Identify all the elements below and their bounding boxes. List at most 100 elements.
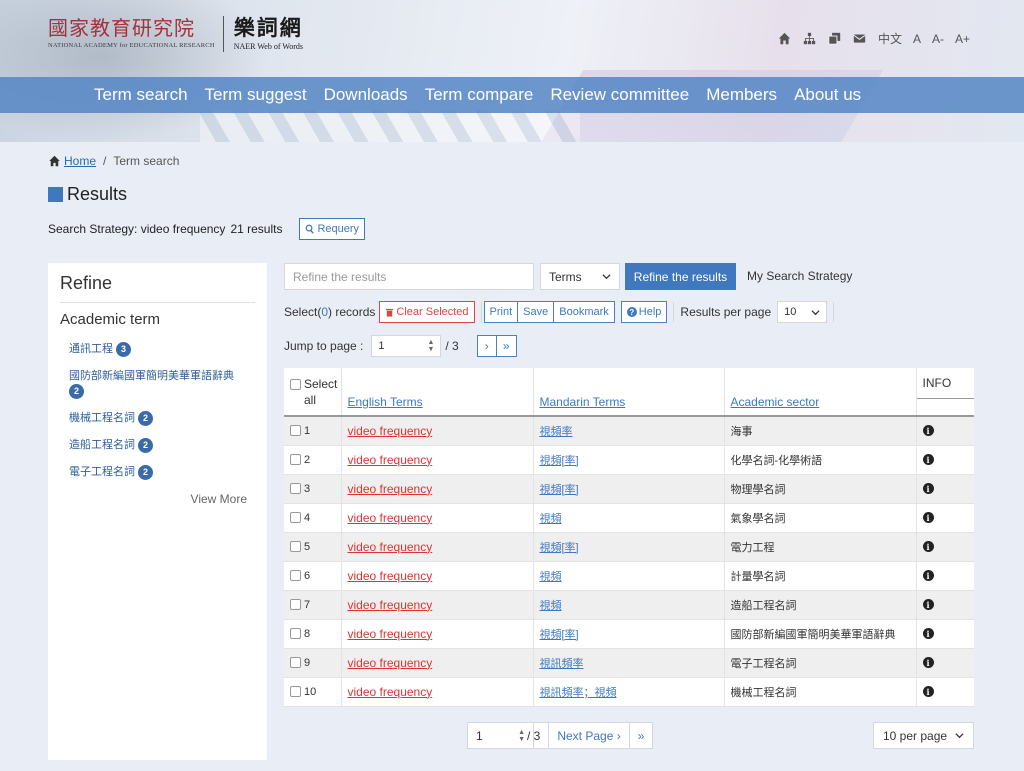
mandarin-term-link[interactable]: 視頻[率] [540,455,579,467]
row-checkbox[interactable] [290,686,301,698]
bottom-per-page-select[interactable]: 10 per page [873,722,974,749]
page-number-input[interactable]: 1 ▲ ▼ [371,335,442,357]
row-checkbox[interactable] [290,454,301,466]
mandarin-term-link[interactable]: 視頻[率] [540,484,579,496]
home-icon[interactable] [778,32,792,46]
row-checkbox[interactable] [290,483,301,495]
bookmark-button[interactable]: Bookmark [554,302,614,322]
nav-members[interactable]: Members [706,85,777,105]
mandarin-term-link[interactable]: 視頻 [540,571,562,583]
facet-item[interactable]: 造船工程名詞 2 [69,438,255,453]
mandarin-term-link[interactable]: 視頻 [540,600,562,612]
info-icon[interactable]: i [922,657,934,668]
row-checkbox[interactable] [290,541,301,553]
site-logo[interactable]: 國家教育研究院 NATIONAL ACADEMY for EDUCATIONAL… [48,16,303,52]
sitemap-icon[interactable] [803,32,817,46]
info-icon[interactable]: i [922,570,934,581]
language-switch[interactable]: 中文 [878,30,902,47]
academic-sector-header[interactable]: Academic sector [724,368,917,417]
english-term-link[interactable]: video frequency [348,569,433,583]
row-checkbox[interactable] [290,657,301,669]
facet-count-badge: 3 [116,342,131,357]
facet-item[interactable]: 機械工程名詞 2 [69,411,255,426]
mandarin-term-link[interactable]: 視頻[率] [540,542,579,554]
view-more-link[interactable]: View More [60,492,247,506]
english-terms-sort[interactable]: English Terms [348,395,423,409]
mandarin-terms-sort[interactable]: Mandarin Terms [540,395,626,409]
english-terms-header[interactable]: English Terms [341,368,534,417]
english-term-link[interactable]: video frequency [348,453,433,467]
mandarin-terms-header[interactable]: Mandarin Terms [533,368,725,417]
facet-item[interactable]: 電子工程名詞 2 [69,465,255,480]
english-term-link[interactable]: video frequency [348,685,433,699]
nav-term-search[interactable]: Term search [94,85,188,105]
refine-input[interactable]: Refine the results [284,263,534,290]
english-term-link[interactable]: video frequency [348,598,433,612]
font-size-normal[interactable]: A [913,32,921,46]
row-checkbox[interactable] [290,425,301,437]
jump-label: Jump to page : [284,339,364,353]
row-select-cell: 10 [284,677,342,707]
english-term-link[interactable]: video frequency [348,511,433,525]
nav-about-us[interactable]: About us [794,85,861,105]
info-icon[interactable]: i [922,512,934,523]
info-icon[interactable]: i [922,454,934,465]
help-button[interactable]: ? Help [620,301,668,323]
next-page-button[interactable]: › [477,336,497,356]
my-search-strategy-link[interactable]: My Search Strategy [747,269,852,283]
english-term-link[interactable]: video frequency [348,424,433,438]
row-number: 6 [304,569,311,582]
help-icon: ? [626,307,637,317]
font-size-larger[interactable]: A+ [955,32,970,46]
nav-downloads[interactable]: Downloads [324,85,408,105]
spinner-icon[interactable]: ▲ ▼ [518,729,525,743]
english-term-cell: video frequency [341,445,534,475]
font-size-smaller[interactable]: A- [932,32,944,46]
mandarin-term-link[interactable]: 視訊頻率 [540,658,584,670]
last-page-button[interactable]: » [496,336,516,356]
mandarin-term-link[interactable]: 視頻[率] [540,629,579,641]
refine-results-button[interactable]: Refine the results [625,263,736,290]
chevron-down-icon [811,309,820,315]
save-button[interactable]: Save [518,302,555,322]
row-checkbox[interactable] [290,628,301,640]
requery-button[interactable]: Requery [299,218,366,240]
info-icon[interactable]: i [922,686,934,697]
nav-term-compare[interactable]: Term compare [425,85,534,105]
row-checkbox[interactable] [290,570,301,582]
english-term-link[interactable]: video frequency [348,482,433,496]
info-icon[interactable]: i [922,425,934,437]
select-all-header[interactable]: Select all [284,368,342,417]
facet-item[interactable]: 通訊工程 3 [69,342,255,357]
row-select-cell: 1 [284,416,342,446]
breadcrumb-home[interactable]: Home [64,154,96,168]
select-all-checkbox[interactable] [290,378,301,390]
nav-review-committee[interactable]: Review committee [550,85,689,105]
english-term-link[interactable]: video frequency [348,627,433,641]
print-button[interactable]: Print [484,302,519,322]
last-page-button[interactable]: » [630,723,653,748]
mail-icon[interactable] [853,32,867,46]
copy-icon[interactable] [828,32,842,46]
results-per-page-select[interactable]: 10 [777,301,828,323]
terms-select[interactable]: Terms [540,263,620,290]
info-icon[interactable]: i [922,628,934,639]
info-icon[interactable]: i [922,483,934,494]
clear-selected-button[interactable]: Clear Selected [379,301,475,323]
english-term-link[interactable]: video frequency [348,656,433,670]
mandarin-term-link[interactable]: 視頻率 [540,426,573,438]
facet-item[interactable]: 國防部新編國軍簡明美華軍語辭典 2 [69,369,255,399]
mandarin-term-link[interactable]: 視訊頻率；視頻 [540,687,617,699]
academic-sector-sort[interactable]: Academic sector [731,395,820,409]
spinner-icon[interactable]: ▲ ▼ [427,339,434,353]
info-icon[interactable]: i [922,541,934,552]
row-checkbox[interactable] [290,599,301,611]
next-page-button[interactable]: Next Page › [549,723,630,748]
info-icon[interactable]: i [922,599,934,610]
nav-term-suggest[interactable]: Term suggest [205,85,307,105]
sidebar-title: Refine [60,273,255,303]
english-term-link[interactable]: video frequency [348,540,433,554]
utility-bar: 中文 A A- A+ [778,30,970,47]
row-checkbox[interactable] [290,512,301,524]
mandarin-term-link[interactable]: 視頻 [540,513,562,525]
